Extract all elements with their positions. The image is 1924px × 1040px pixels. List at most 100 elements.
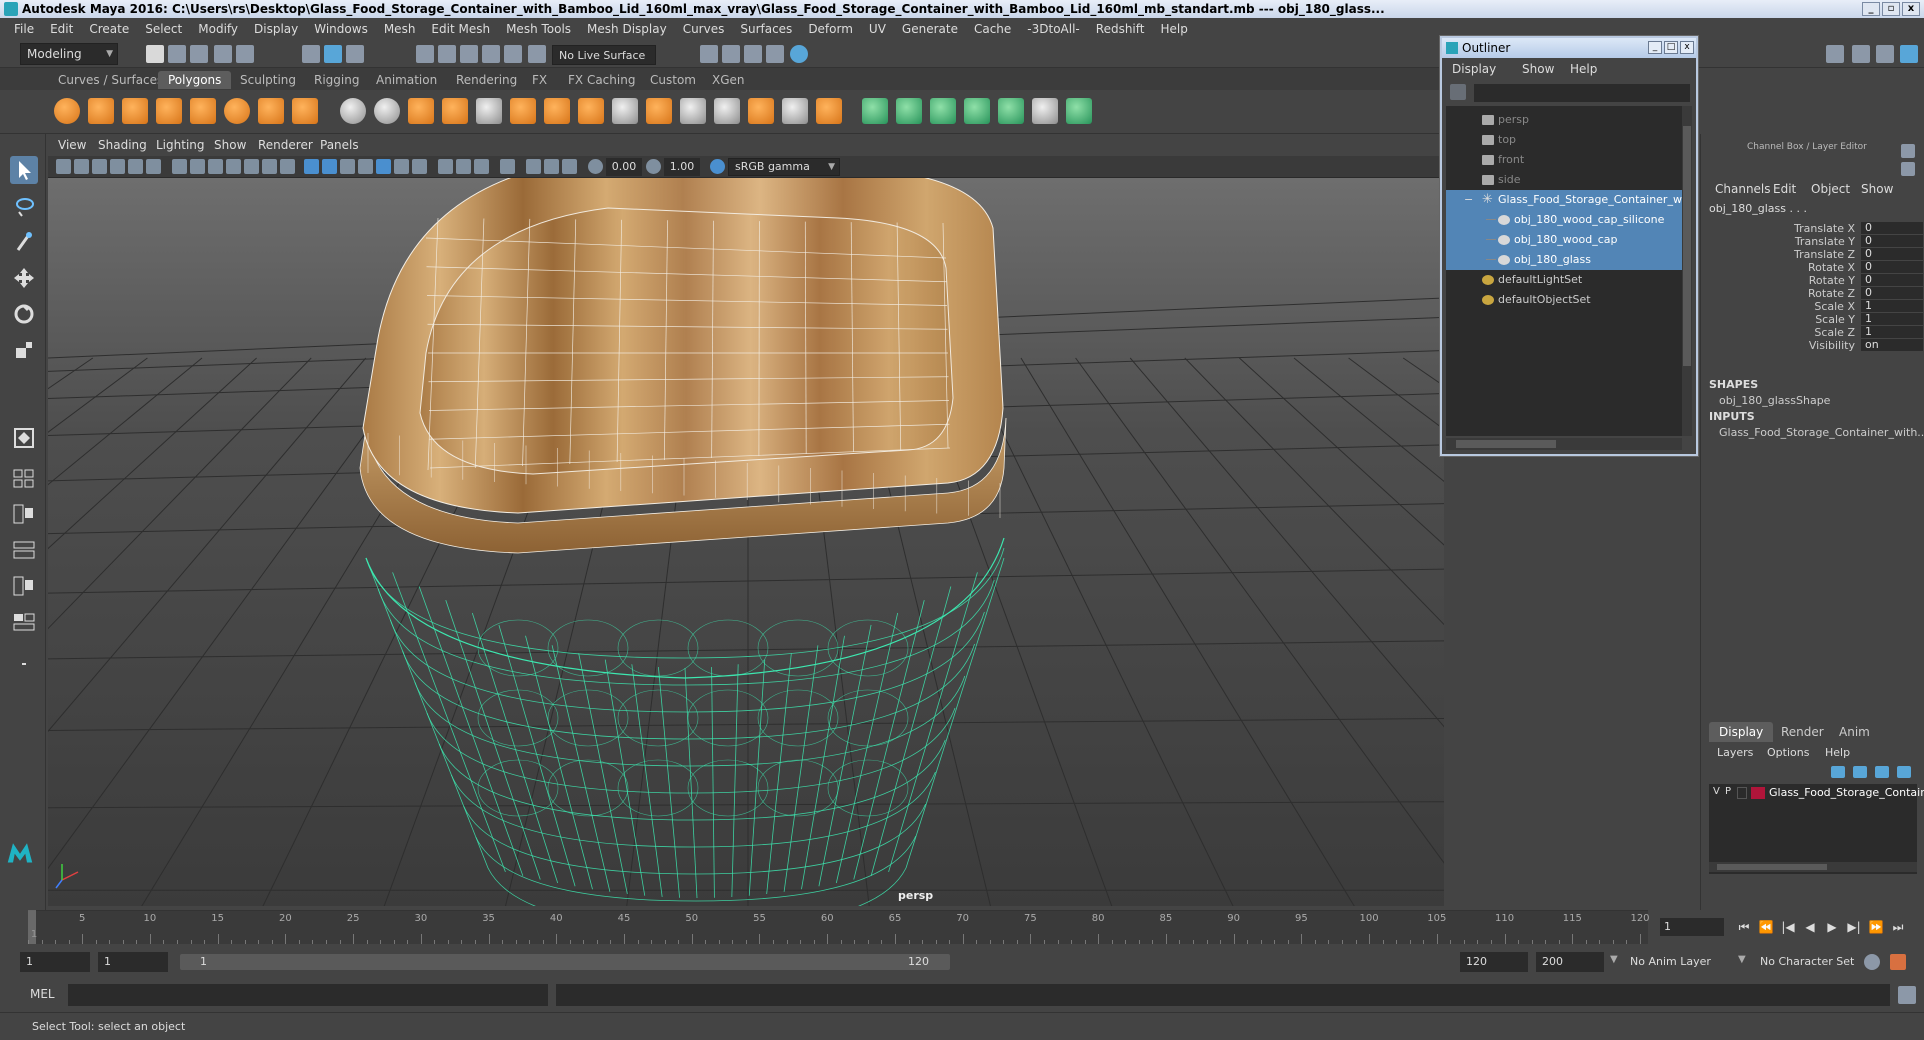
viewport-menu-view[interactable]: View	[58, 138, 86, 152]
mirror-icon[interactable]	[408, 98, 434, 124]
channels-menu[interactable]: Channels	[1715, 182, 1771, 196]
outliner-item[interactable]: top	[1446, 130, 1682, 150]
2d-pan-zoom-icon[interactable]	[128, 159, 143, 174]
select-tool[interactable]	[10, 156, 38, 184]
exposure-icon[interactable]	[588, 159, 603, 174]
close-button[interactable]: x	[1902, 2, 1920, 16]
smooth-icon[interactable]	[442, 98, 468, 124]
scroll-thumb[interactable]	[1683, 126, 1691, 366]
grid-toggle-icon[interactable]	[172, 159, 187, 174]
new-layer-icon[interactable]	[1875, 766, 1889, 778]
layer-visibility-toggle[interactable]: V	[1713, 786, 1720, 797]
layer-tab-display[interactable]: Display	[1709, 722, 1774, 742]
outliner-item[interactable]: obj_180_wood_cap_silicone	[1446, 210, 1682, 230]
smooth-shade-icon[interactable]	[322, 159, 337, 174]
wireframe-on-shaded-icon[interactable]	[358, 159, 373, 174]
move-layer-up-icon[interactable]	[1831, 766, 1845, 778]
channel-label[interactable]: Rotate X	[1808, 261, 1855, 274]
anim-layer-dropdown[interactable]: No Anim Layer	[1624, 952, 1734, 972]
outliner-minimize-button[interactable]: _	[1648, 41, 1662, 54]
menu-3dtoall[interactable]: -3DtoAll-	[1019, 22, 1087, 36]
four-view-layout[interactable]	[10, 464, 38, 492]
hypershade-layout[interactable]	[10, 608, 38, 636]
collapse-toggle[interactable]: −	[1464, 190, 1473, 210]
outliner-item[interactable]: obj_180_wood_cap	[1446, 230, 1682, 250]
layer-color-swatch[interactable]	[1751, 787, 1765, 799]
shelf-tab-polygons[interactable]: Polygons	[158, 71, 232, 89]
menu-edit-mesh[interactable]: Edit Mesh	[423, 22, 498, 36]
poly-cylinder-icon[interactable]	[122, 98, 148, 124]
xray-components-icon[interactable]	[562, 159, 577, 174]
layer-name[interactable]: Glass_Food_Storage_Contair	[1769, 786, 1924, 799]
go-to-end-button[interactable]: ⏭	[1890, 920, 1906, 934]
shelf-tab-curves-surfaces[interactable]: Curves / Surfaces	[48, 71, 173, 89]
channel-value-field[interactable]: 0	[1861, 248, 1923, 260]
menu-modify[interactable]: Modify	[190, 22, 246, 36]
chevron-down-icon[interactable]: ▼	[1610, 954, 1618, 965]
auto-key-icon[interactable]	[1864, 954, 1880, 970]
menu-select[interactable]: Select	[137, 22, 190, 36]
outliner-item[interactable]: obj_180_glass	[1446, 250, 1682, 270]
render-frame-icon[interactable]	[700, 45, 718, 63]
go-to-start-button[interactable]: ⏮	[1736, 920, 1752, 934]
channel-label[interactable]: Scale Z	[1814, 326, 1855, 339]
outliner-item[interactable]: side	[1446, 170, 1682, 190]
poly-sphere-icon[interactable]	[54, 98, 80, 124]
persp-outliner-layout[interactable]	[10, 536, 38, 564]
uv-checker-icon[interactable]	[1032, 98, 1058, 124]
menu-cache[interactable]: Cache	[966, 22, 1019, 36]
viewport-menu-renderer[interactable]: Renderer	[258, 138, 313, 152]
maximize-button[interactable]: ▫	[1882, 2, 1900, 16]
script-language-toggle[interactable]: MEL	[30, 987, 55, 1001]
outliner-item[interactable]: defaultObjectSet	[1446, 290, 1682, 310]
play-forward-button[interactable]: ▶	[1824, 920, 1840, 934]
rotate-tool[interactable]	[10, 300, 38, 328]
layer-horizontal-scrollbar[interactable]	[1709, 862, 1917, 872]
exposure-field[interactable]: 0.00	[606, 158, 642, 176]
outliner-item[interactable]: persp	[1446, 110, 1682, 130]
poly-plane-icon[interactable]	[190, 98, 216, 124]
channel-value-field[interactable]: 1	[1861, 300, 1923, 312]
play-backward-button[interactable]: ◀	[1802, 920, 1818, 934]
combine-icon[interactable]	[340, 98, 366, 124]
color-management-icon[interactable]	[710, 159, 725, 174]
gate-mask-icon[interactable]	[226, 159, 241, 174]
shadows-icon[interactable]	[412, 159, 427, 174]
bevel-icon[interactable]	[646, 98, 672, 124]
layers-menu[interactable]: Layers	[1717, 746, 1753, 759]
channel-row[interactable]: Visibility on	[1701, 339, 1924, 355]
menu-help[interactable]: Help	[1152, 22, 1195, 36]
step-forward-key-button[interactable]: ⏩	[1868, 920, 1884, 934]
snap-point-icon[interactable]	[460, 45, 478, 63]
motion-blur-icon[interactable]	[456, 159, 471, 174]
shelf-tab-xgen[interactable]: XGen	[702, 71, 755, 89]
menu-edit[interactable]: Edit	[42, 22, 81, 36]
menu-file[interactable]: File	[6, 22, 42, 36]
film-gate-icon[interactable]	[190, 159, 205, 174]
outliner-item[interactable]: − ✳ Glass_Food_Storage_Container_w	[1446, 190, 1682, 210]
layer-reference-toggle[interactable]	[1737, 787, 1747, 799]
channel-label[interactable]: Scale Y	[1815, 313, 1855, 326]
menu-curves[interactable]: Curves	[675, 22, 733, 36]
outliner-menu-help[interactable]: Help	[1570, 62, 1597, 76]
extrude-icon[interactable]	[612, 98, 638, 124]
viewport-menu-panels[interactable]: Panels	[320, 138, 359, 152]
use-all-lights-icon[interactable]	[394, 159, 409, 174]
menu-mesh-display[interactable]: Mesh Display	[579, 22, 675, 36]
channel-label[interactable]: Translate Y	[1795, 235, 1855, 248]
uv-spherical-icon[interactable]	[930, 98, 956, 124]
paint-select-tool[interactable]	[10, 228, 38, 256]
layer-row[interactable]: V P Glass_Food_Storage_Contair	[1709, 784, 1924, 802]
channel-value-field[interactable]: 1	[1861, 313, 1923, 325]
channel-value-field[interactable]: 0	[1861, 261, 1923, 273]
textured-icon[interactable]	[376, 159, 391, 174]
snap-grid-icon[interactable]	[416, 45, 434, 63]
resolution-gate-icon[interactable]	[208, 159, 223, 174]
reduce-icon[interactable]	[476, 98, 502, 124]
multi-cut-icon[interactable]	[680, 98, 706, 124]
animation-preferences-icon[interactable]	[1890, 954, 1906, 970]
outliner-menu-display[interactable]: Display	[1452, 62, 1496, 76]
animation-start-field[interactable]: 1	[20, 952, 90, 972]
open-scene-icon[interactable]	[168, 45, 186, 63]
image-plane-icon[interactable]	[110, 159, 125, 174]
